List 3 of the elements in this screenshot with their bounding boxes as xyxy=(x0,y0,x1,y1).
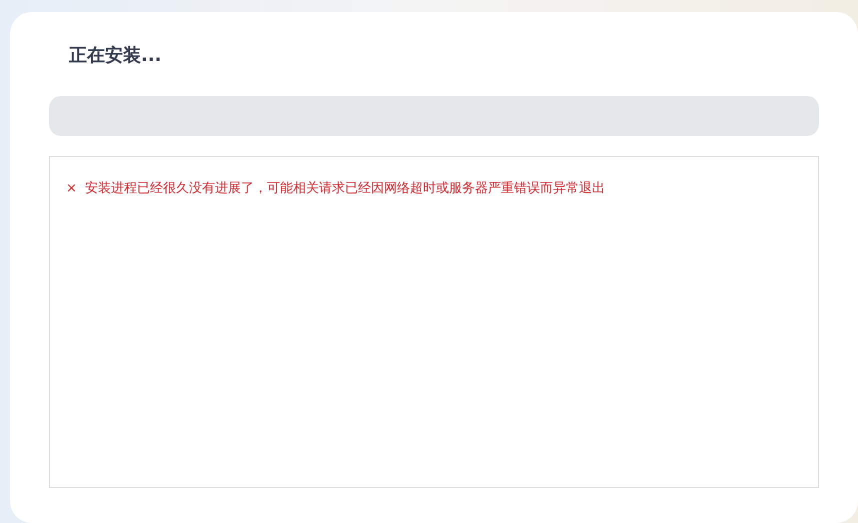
error-icon: × xyxy=(66,179,77,199)
page-title: 正在安装... xyxy=(69,44,162,68)
error-message: 安装进程已经很久没有进展了，可能相关请求已经因网络超时或服务器严重错误而异常退出 xyxy=(84,180,605,198)
